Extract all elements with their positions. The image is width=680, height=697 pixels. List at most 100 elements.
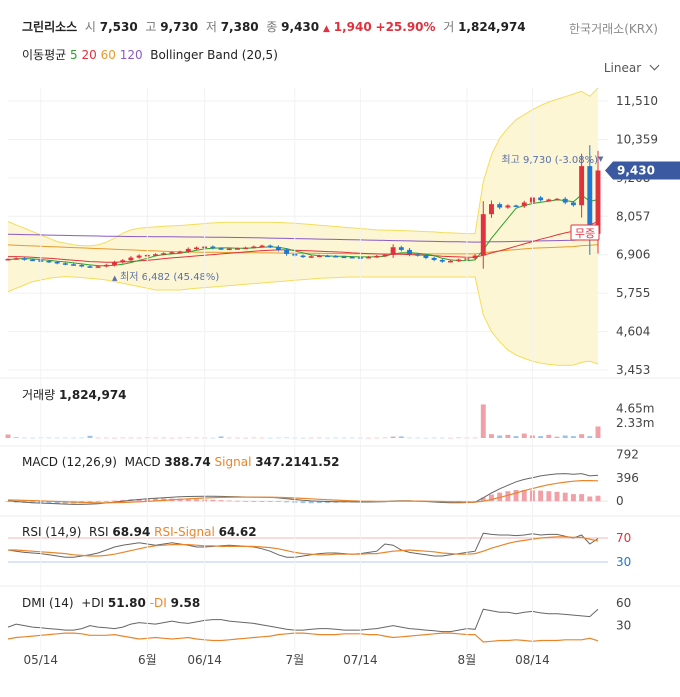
- volume-bar: [439, 437, 445, 439]
- volume-bar: [562, 435, 568, 438]
- volume-bar: [259, 437, 265, 439]
- volume-bar: [316, 437, 322, 439]
- candle-body: [13, 258, 19, 260]
- candle-body: [234, 248, 240, 250]
- macd-histogram-bar: [218, 500, 224, 502]
- candle-body: [415, 254, 421, 256]
- candle-body: [284, 249, 290, 254]
- signal-label: Signal: [214, 455, 252, 469]
- candle-body: [300, 255, 306, 258]
- volume-panel-title: 거래량: [22, 388, 56, 402]
- candle-body: [136, 255, 142, 258]
- volume-bar: [5, 434, 11, 438]
- macd-histogram-bar: [95, 501, 101, 503]
- volume-bar: [275, 437, 281, 439]
- x-tick-label: 7월: [285, 653, 304, 667]
- candle-body: [480, 214, 486, 256]
- candle-body: [251, 246, 257, 249]
- x-tick-label: 6월: [138, 653, 157, 667]
- candle-body: [546, 199, 552, 202]
- macd-value: 388.74: [164, 455, 211, 469]
- volume-bar: [423, 437, 429, 439]
- candle-body: [161, 253, 167, 255]
- volume-bar: [546, 434, 552, 438]
- candle-body: [497, 204, 503, 208]
- volume-bar: [251, 437, 257, 439]
- bollinger-fill: [8, 88, 598, 366]
- rsi-tick-30: 30: [616, 555, 631, 569]
- x-tick-label: 07/14: [343, 653, 378, 667]
- candle-body: [349, 256, 355, 259]
- y-tick-label: 4,604: [616, 325, 650, 339]
- volume-bar: [13, 437, 19, 438]
- volume-bar: [456, 437, 462, 439]
- macd-histogram-bar: [194, 499, 199, 502]
- volume-bar: [448, 437, 453, 439]
- volume-bar: [398, 436, 404, 438]
- volume-bar: [595, 426, 601, 438]
- volume-tick-label: 4.65m: [616, 402, 654, 416]
- dmi-title: DMI (14) +DI 51.80 -DI 9.58: [22, 596, 200, 610]
- candle-body: [46, 260, 52, 263]
- mdi-value: 9.58: [170, 596, 201, 610]
- candle-body: [341, 256, 347, 259]
- pdi-line: [7, 608, 599, 633]
- candle-body: [407, 249, 412, 255]
- volume-bar: [218, 436, 224, 438]
- candle-body: [489, 204, 494, 215]
- volume-title: 거래량 1,824,974: [22, 386, 127, 403]
- x-tick-label: 08/14: [515, 653, 550, 667]
- macd-histogram-bar: [210, 499, 216, 502]
- stock-chart[interactable]: 11,51010,3599,2088,0576,9065,7554,6043,4…: [0, 0, 680, 697]
- macd-histogram-bar: [300, 501, 306, 504]
- candle-body: [570, 202, 576, 206]
- mdi-line: [7, 632, 599, 643]
- volume-bar: [87, 435, 93, 438]
- volume-bar: [521, 433, 527, 438]
- candle-body: [456, 259, 462, 262]
- volume-bar: [284, 437, 290, 439]
- dmi-tick-label: 60: [616, 596, 631, 610]
- candle-body: [423, 255, 429, 258]
- rsi-label: RSI: [89, 525, 109, 539]
- x-tick-label: 05/14: [23, 653, 58, 667]
- rsi-tick-70: 70: [616, 531, 631, 545]
- candle-body: [5, 258, 11, 261]
- volume-bar: [136, 437, 142, 439]
- volume-bar: [267, 437, 273, 439]
- candle-body: [153, 254, 158, 256]
- volume-bar: [472, 437, 478, 439]
- candle-body: [267, 245, 273, 248]
- macd-histogram-bar: [538, 490, 544, 502]
- macd-histogram-bar: [251, 501, 257, 502]
- candle-body: [439, 259, 445, 262]
- y-tick-label: 11,510: [616, 94, 658, 108]
- volume-bar: [349, 437, 355, 439]
- pdi-label: +DI: [81, 596, 105, 610]
- candle-body: [505, 205, 511, 208]
- candle-body: [79, 264, 85, 267]
- volume-bar: [243, 437, 249, 439]
- candle-body: [333, 255, 339, 258]
- pdi-value: 51.80: [107, 596, 146, 610]
- volume-bar: [431, 437, 437, 439]
- candle-body: [243, 247, 249, 250]
- volume-bar: [112, 437, 117, 439]
- candle-body: [587, 166, 593, 234]
- candle-body: [398, 247, 404, 250]
- high-arrow-icon: ▼: [598, 155, 604, 163]
- candle-body: [521, 202, 527, 207]
- volume-bar: [30, 437, 36, 439]
- volume-bar: [579, 434, 585, 438]
- macd-tick-label: 0: [616, 494, 624, 508]
- volume-bar: [390, 436, 396, 438]
- volume-bar: [505, 434, 511, 438]
- volume-bar: [234, 437, 240, 439]
- volume-bar: [177, 437, 183, 439]
- candle-body: [448, 260, 453, 263]
- candle-body: [185, 248, 191, 252]
- volume-tick-label: 2.33m: [616, 416, 654, 430]
- candle-body: [30, 259, 36, 262]
- macd-histogram-bar: [546, 491, 552, 502]
- candle-body: [554, 198, 560, 201]
